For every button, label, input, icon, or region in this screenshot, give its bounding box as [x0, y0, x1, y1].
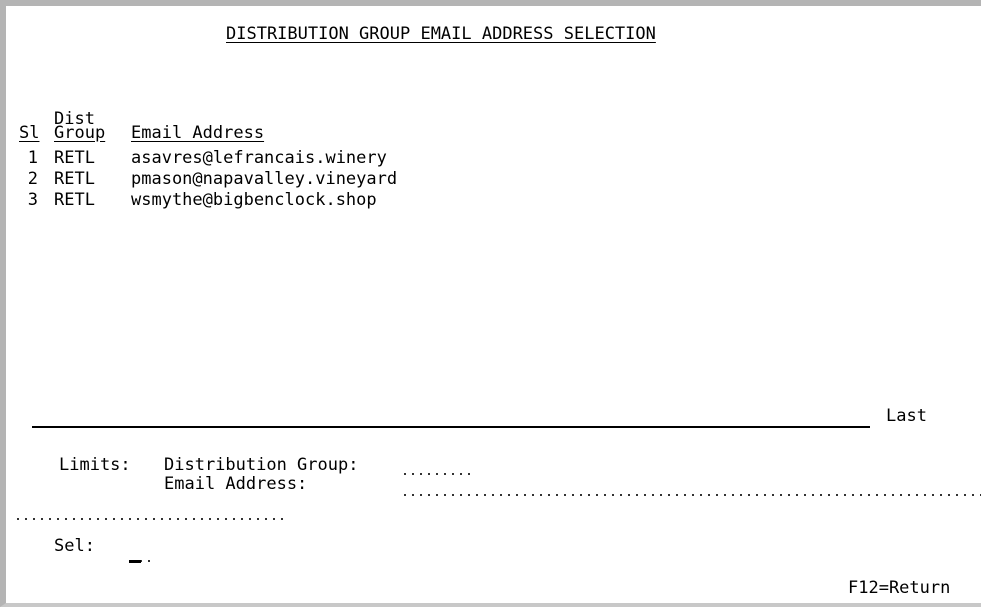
screen-title: DISTRIBUTION GROUP EMAIL ADDRESS SELECTI…: [226, 24, 656, 44]
distribution-group-input[interactable]: [401, 472, 473, 476]
terminal-screen: DISTRIBUTION GROUP EMAIL ADDRESS SELECTI…: [0, 0, 981, 607]
column-header-email: Email Address: [131, 123, 265, 143]
row-email: pmason@napavalley.vineyard: [131, 169, 398, 189]
table-row[interactable]: 2 RETL pmason@napavalley.vineyard: [6, 169, 981, 189]
email-address-label: Email Address:: [164, 474, 308, 494]
selection-label: Sel:: [54, 536, 95, 556]
distribution-group-label: Distribution Group:: [164, 455, 359, 475]
row-dist-group: RETL: [54, 169, 95, 189]
row-email: asavres@lefrancais.winery: [131, 148, 387, 168]
f12-return-key[interactable]: F12=Return: [848, 578, 950, 598]
row-dist-group: RETL: [54, 148, 95, 168]
limits-label: Limits:: [59, 455, 131, 475]
email-address-input[interactable]: [401, 493, 981, 497]
separator-line: [32, 426, 870, 428]
table-row[interactable]: 3 RETL wsmythe@bigbenclock.shop: [6, 190, 981, 210]
table-row[interactable]: 1 RETL asavres@lefrancais.winery: [6, 148, 981, 168]
text-cursor: [129, 560, 141, 563]
column-header-sl: Sl: [19, 123, 40, 143]
row-number: 1: [27, 148, 38, 168]
list-status: Last: [886, 406, 927, 426]
row-number: 3: [27, 190, 38, 210]
row-dist-group: RETL: [54, 190, 95, 210]
column-header-group: Group: [54, 123, 106, 143]
email-address-input-continued[interactable]: [14, 517, 284, 521]
row-number: 2: [27, 169, 38, 189]
row-email: wsmythe@bigbenclock.shop: [131, 190, 377, 210]
